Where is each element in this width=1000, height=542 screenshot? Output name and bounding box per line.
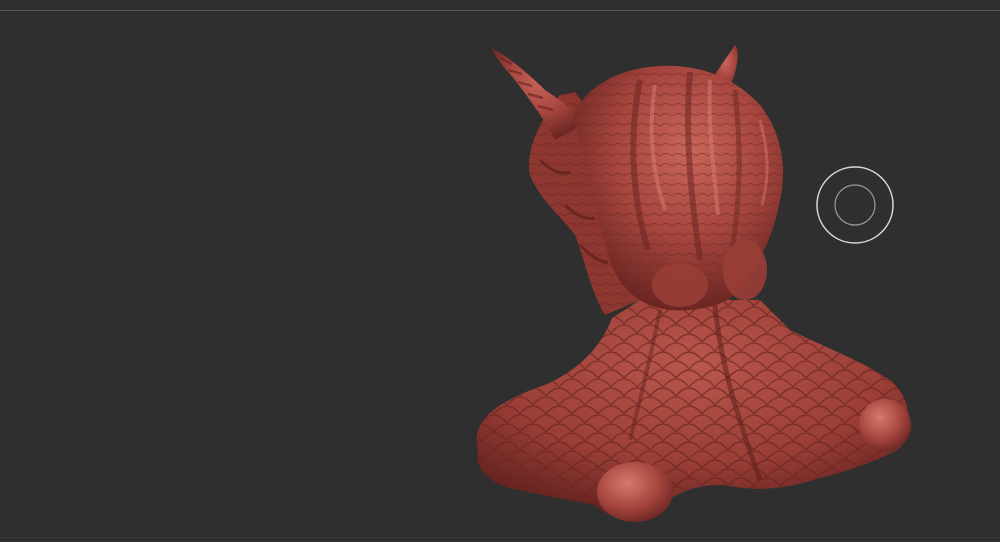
brush-radius-cursor-icon [816, 166, 894, 244]
shoulder-knob-right [859, 399, 911, 451]
viewport-bottom-border [0, 537, 1000, 538]
scale-texture [476, 300, 909, 518]
sculpted-creature-bust[interactable] [0, 0, 1000, 542]
shoulder-knob-left [597, 462, 673, 522]
3d-viewport[interactable] [0, 0, 1000, 542]
